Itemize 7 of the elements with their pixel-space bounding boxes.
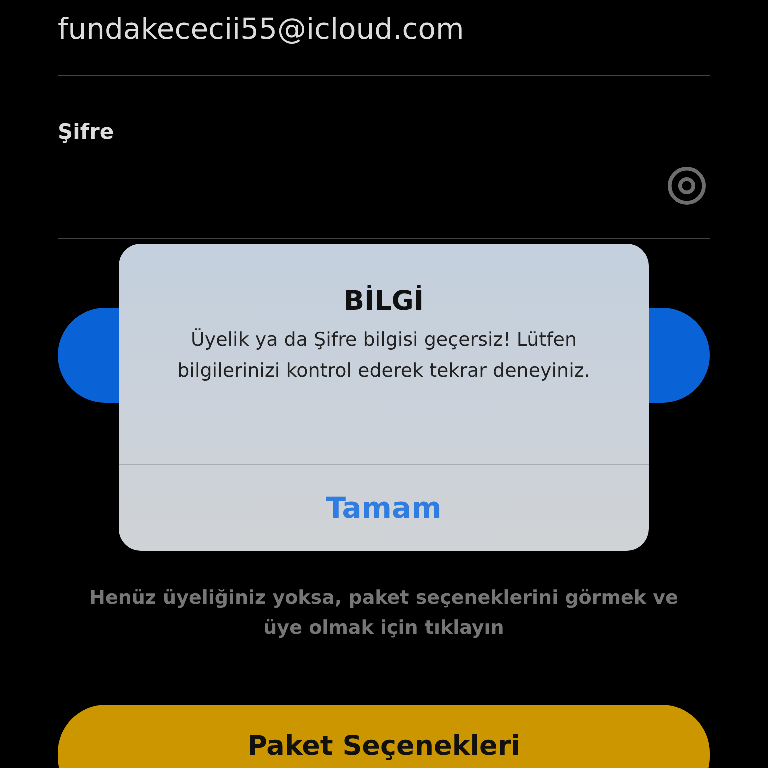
eye-icon[interactable] xyxy=(666,167,708,205)
alert-message: Üyelik ya da Şifre bilgisi geçersiz! Lütfen bilgilerinizi kontrol ederek tekrar deneyiniz. xyxy=(176,328,592,384)
alert-title: BİLGİ xyxy=(344,286,424,317)
hint-text: Henüz üyeliğiniz yoksa, paket seçeneklerini görmek ve üye olmak için tıklayın xyxy=(88,586,680,641)
field-label: Şifre xyxy=(58,120,114,144)
package-options-button[interactable]: Paket Seçenekleri xyxy=(58,705,710,768)
email-field[interactable]: fundakececii55@icloud.com xyxy=(58,8,710,50)
